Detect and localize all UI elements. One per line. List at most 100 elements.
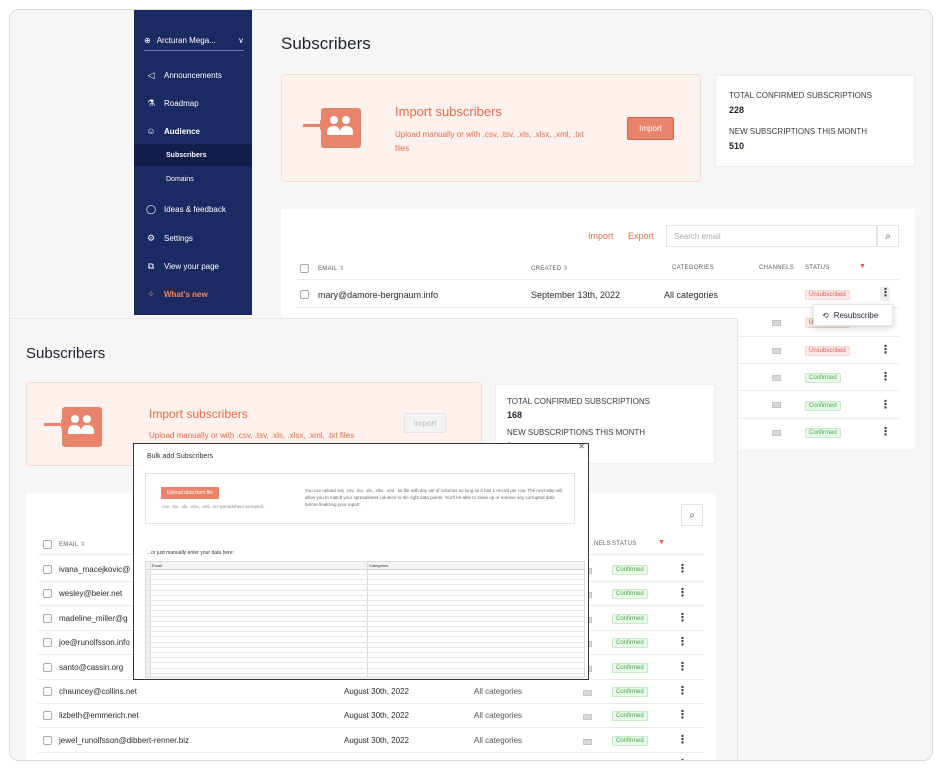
row-menu-icon[interactable]: ⋮ [677,709,688,723]
row-checkbox[interactable] [43,638,52,648]
header-status: STATUS [612,541,637,547]
status-badge: Confirmed [612,735,648,746]
row-menu-icon[interactable]: ⋮ [677,563,688,577]
row-menu-icon[interactable]: ⋮ [880,371,891,385]
row-checkbox[interactable] [43,687,52,696]
grid-row [146,646,584,648]
row-menu-icon[interactable]: ⋮ [677,612,688,626]
row-created: August 30th, 2022 [344,687,409,696]
total-confirmed-value: 228 [729,105,745,115]
email-channel-icon [583,690,592,696]
status-badge: Confirmed [612,638,648,649]
row-checkbox[interactable] [43,589,52,599]
email-channel-icon [772,430,781,436]
external-link-icon: ⧉ [147,260,155,271]
row-email: wesley@beier.net [59,589,123,599]
row-email: ivana_macejkovic@ [59,565,131,574]
import-button[interactable]: Import [627,117,674,140]
header-channels: CHANNELS [759,265,795,271]
header-categories: CATEGORIES [672,265,714,271]
grid-row [146,662,584,664]
sidebar-item-announcements[interactable]: ◁ Announcements [134,64,252,86]
row-menu-icon[interactable]: ⋮ [880,399,891,413]
row-checkbox[interactable] [43,613,52,623]
row-menu-icon[interactable]: ⋮ [677,758,688,760]
grid-header: Email Categories [146,562,584,570]
sidebar-item-domains[interactable]: Domains [134,168,252,190]
export-link[interactable]: Export [628,231,654,241]
search-icon[interactable]: ⌕ [877,225,899,247]
row-checkbox[interactable] [300,290,309,299]
row-checkbox[interactable] [43,711,52,721]
stats-card: TOTAL CONFIRMED SUBSCRIPTIONS 228 NEW SU… [715,75,915,167]
row-menu-icon[interactable]: ⋮ [677,685,688,699]
row-menu-icon[interactable]: ⋮ [677,636,688,650]
header-email[interactable]: EMAIL ⇳ [59,541,86,548]
row-menu-icon[interactable]: ⋮ [880,426,891,440]
grid-row [146,652,584,653]
grid-col-email: Email [152,563,163,568]
header-email[interactable]: EMAIL ⇳ [318,265,345,272]
close-icon[interactable]: ✕ [578,442,585,451]
total-confirmed-label: TOTAL CONFIRMED SUBSCRIPTIONS [729,91,872,100]
resubscribe-option[interactable]: Resubscribe [834,311,878,320]
row-checkbox[interactable] [43,760,52,761]
search-icon[interactable]: ⌕ [681,504,703,526]
sidebar-item-ideas[interactable]: ◯ Ideas & feedback [134,198,252,220]
row-email: jewel_runolfsson@dibbert-renner.biz [59,735,189,745]
import-link[interactable]: Import [588,231,614,241]
row-menu-icon[interactable]: ⋮ [880,287,891,301]
sidebar-item-view-page[interactable]: ⧉ View your page [134,255,252,277]
grid-row [146,615,584,617]
row-checkbox[interactable] [43,565,52,574]
sidebar-item-audience[interactable]: ☺ Audience [134,120,252,142]
row-categories: All categories [474,687,523,696]
row-created: August 30th, 2022 [344,760,409,761]
page-title: Subscribers [26,345,106,362]
filter-icon[interactable]: ▼ [859,263,866,270]
globe-icon: ⊕ [144,36,151,45]
grid-row [146,605,584,607]
grid-row [146,672,584,674]
grid-row [146,574,584,575]
row-email: joe@runolfsson.info [59,638,130,648]
status-badge: Unsubscribed [805,290,850,300]
select-all-checkbox[interactable] [300,264,309,273]
search-input[interactable]: Search email [666,225,877,247]
row-menu-icon[interactable]: ⋮ [880,344,891,358]
email-channel-icon [772,402,781,408]
select-all-checkbox[interactable] [43,540,52,549]
row-menu-icon[interactable]: ⋮ [677,587,688,601]
sidebar-item-roadmap[interactable]: ⚗ Roadmap [134,92,252,114]
chat-icon: ◯ [146,203,157,214]
row-email: mary@damore-bergnaum.info [318,290,439,300]
row-categories: All categories [664,290,719,300]
header-created[interactable]: CREATED ⇳ [531,265,569,272]
row-divider [38,727,704,729]
upload-file-button[interactable]: Upload data from file [161,487,219,499]
row-menu-icon[interactable]: ⋮ [677,661,688,675]
modal-title: Bulk add Subscribers [147,453,214,460]
page-title: Subscribers [281,34,371,53]
row-divider [296,307,900,308]
sidebar-item-settings[interactable]: ⚙ Settings [134,227,252,249]
manual-entry-grid[interactable]: Email Categories [145,561,585,678]
row-categories: All categories [474,760,522,761]
import-illustration-icon [44,407,102,447]
grid-row [146,610,584,612]
row-checkbox[interactable] [43,735,52,745]
import-button[interactable]: Import [404,413,446,433]
row-checkbox[interactable] [43,662,52,672]
sidebar-item-whats-new[interactable]: ✧ What's new [134,283,252,305]
workspace-switcher[interactable]: ⊕ Arcturan Mega... ∨ [144,31,244,51]
sidebar-item-subscribers[interactable]: Subscribers [134,144,252,166]
row-menu-icon[interactable]: ⋮ [677,734,688,748]
status-badge: Confirmed [805,401,841,411]
flask-icon: ⚗ [146,97,156,108]
resubscribe-icon: ⟲ [822,310,829,320]
sparkle-icon: ✧ [147,288,155,299]
grid-row [146,657,584,659]
workspace-name: Arcturan Mega... [156,36,216,45]
filter-icon[interactable]: ▼ [658,539,665,546]
header-status: STATUS [805,265,830,271]
